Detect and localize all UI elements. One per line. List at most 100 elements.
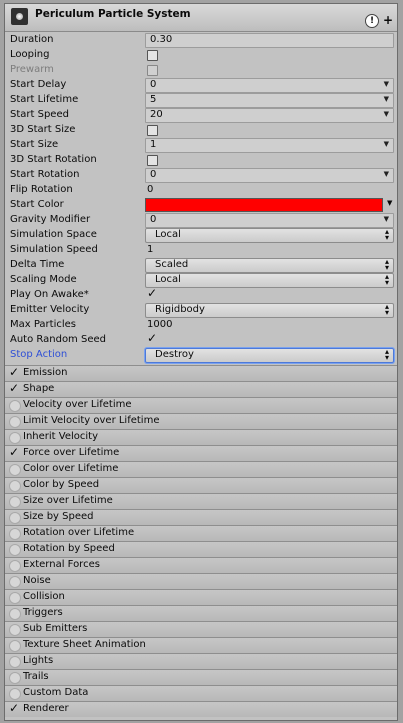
field-label: Start Speed [10,109,69,120]
module-collision[interactable]: Collision [5,589,397,605]
module-disabled-checkbox[interactable] [9,672,21,684]
component-title: Periculum Particle System [35,8,191,20]
start-speed-input[interactable]: 20 ▼ [145,108,394,123]
field-label: Start Rotation [10,169,80,180]
module-color-by-speed[interactable]: Color by Speed [5,477,397,493]
dropdown-arrow-icon[interactable]: ▼ [384,110,389,118]
module-disabled-checkbox[interactable] [9,528,21,540]
module-enabled-checkbox[interactable]: ✓ [9,445,19,459]
module-disabled-checkbox[interactable] [9,624,21,636]
simulation-space-dropdown[interactable]: Local ▴ ▾ [145,228,394,243]
module-disabled-checkbox[interactable] [9,416,21,428]
module-texture-sheet-animation[interactable]: Texture Sheet Animation [5,637,397,653]
dropdown-arrow-icon[interactable]: ▼ [387,199,392,207]
module-external-forces[interactable]: External Forces [5,557,397,573]
module-label: Color by Speed [23,479,100,490]
module-size-by-speed[interactable]: Size by Speed [5,509,397,525]
dropdown-arrow-icon[interactable]: ▼ [384,140,389,148]
start-delay-input[interactable]: 0 ▼ [145,78,394,93]
module-custom-data[interactable]: Custom Data [5,685,397,701]
component-header[interactable]: Periculum Particle System ! + [5,4,397,32]
module-velocity-over-lifetime[interactable]: Velocity over Lifetime [5,397,397,413]
field-value: 0 [150,79,157,90]
module-disabled-checkbox[interactable] [9,544,21,556]
start-size-input[interactable]: 1 ▼ [145,138,394,153]
field-label: Simulation Speed [10,244,98,255]
module-disabled-checkbox[interactable] [9,512,21,524]
3d-start-rotation-checkbox[interactable] [147,155,158,166]
field-label: Prewarm [10,64,54,75]
simulation-speed-value[interactable]: 1 [147,244,153,256]
module-lights[interactable]: Lights [5,653,397,669]
start-lifetime-input[interactable]: 5 ▼ [145,93,394,108]
module-renderer[interactable]: ✓ Renderer [5,701,397,717]
module-size-over-lifetime[interactable]: Size over Lifetime [5,493,397,509]
max-particles-value[interactable]: 1000 [147,319,172,331]
module-inherit-velocity[interactable]: Inherit Velocity [5,429,397,445]
stop-action-dropdown[interactable]: Destroy ▴ ▾ [145,348,394,363]
dropdown-value: Rigidbody [155,304,205,315]
field-label: Delta Time [10,259,65,270]
module-color-over-lifetime[interactable]: Color over Lifetime [5,461,397,477]
start-rotation-input[interactable]: 0 ▼ [145,168,394,183]
module-rotation-by-speed[interactable]: Rotation by Speed [5,541,397,557]
field-row-start-color: Start Color ▼ [5,198,397,213]
module-label: Emission [23,367,68,378]
module-disabled-checkbox[interactable] [9,592,21,604]
module-emission[interactable]: ✓ Emission [5,365,397,381]
dropdown-arrow-icon[interactable]: ▼ [384,80,389,88]
module-disabled-checkbox[interactable] [9,640,21,652]
dropdown-value: Local [155,274,181,285]
field-label: Gravity Modifier [10,214,91,225]
field-label: Looping [10,49,50,60]
module-sub-emitters[interactable]: Sub Emitters [5,621,397,637]
field-row-flip-rotation: Flip Rotation 0 [5,183,397,198]
updown-arrows-icon: ▴ ▾ [384,302,389,317]
module-disabled-checkbox[interactable] [9,576,21,588]
module-rotation-over-lifetime[interactable]: Rotation over Lifetime [5,525,397,541]
module-limit-velocity-over-lifetime[interactable]: Limit Velocity over Lifetime [5,413,397,429]
help-icon[interactable]: ! [365,14,379,28]
duration-input[interactable]: 0.30 [145,33,394,48]
field-row-start-delay: Start Delay 0 ▼ [5,78,397,93]
dropdown-value: Local [155,229,181,240]
dropdown-value: Destroy [155,349,194,360]
auto-random-seed-checkbox[interactable]: ✓ [147,331,157,345]
module-enabled-checkbox[interactable]: ✓ [9,365,19,379]
module-disabled-checkbox[interactable] [9,688,21,700]
3d-start-size-checkbox[interactable] [147,125,158,136]
gravity-modifier-input[interactable]: 0 ▼ [145,213,394,228]
add-icon[interactable]: + [383,14,393,26]
start-color-swatch[interactable] [145,198,383,212]
play-on-awake-checkbox[interactable]: ✓ [147,286,157,300]
module-enabled-checkbox[interactable]: ✓ [9,381,19,395]
flip-rotation-value[interactable]: 0 [147,184,153,196]
field-label: Play On Awake* [10,289,89,300]
module-shape[interactable]: ✓ Shape [5,381,397,397]
module-disabled-checkbox[interactable] [9,432,21,444]
dropdown-arrow-icon[interactable]: ▼ [384,215,389,223]
module-force-over-lifetime[interactable]: ✓ Force over Lifetime [5,445,397,461]
dropdown-arrow-icon[interactable]: ▼ [384,95,389,103]
module-triggers[interactable]: Triggers [5,605,397,621]
scaling-mode-dropdown[interactable]: Local ▴ ▾ [145,273,394,288]
module-disabled-checkbox[interactable] [9,656,21,668]
module-noise[interactable]: Noise [5,573,397,589]
dropdown-arrow-icon[interactable]: ▼ [384,170,389,178]
module-enabled-checkbox[interactable]: ✓ [9,701,19,715]
module-trails[interactable]: Trails [5,669,397,685]
delta-time-dropdown[interactable]: Scaled ▴ ▾ [145,258,394,273]
module-label: Rotation over Lifetime [23,527,135,538]
module-disabled-checkbox[interactable] [9,480,21,492]
module-disabled-checkbox[interactable] [9,400,21,412]
emitter-velocity-dropdown[interactable]: Rigidbody ▴ ▾ [145,303,394,318]
looping-checkbox[interactable] [147,50,158,61]
module-disabled-checkbox[interactable] [9,560,21,572]
module-disabled-checkbox[interactable] [9,608,21,620]
module-disabled-checkbox[interactable] [9,496,21,508]
field-label: 3D Start Size [10,124,76,135]
field-row-looping: Looping [5,48,397,63]
field-row-start-size: Start Size 1 ▼ [5,138,397,153]
module-disabled-checkbox[interactable] [9,464,21,476]
module-label: Collision [23,591,65,602]
